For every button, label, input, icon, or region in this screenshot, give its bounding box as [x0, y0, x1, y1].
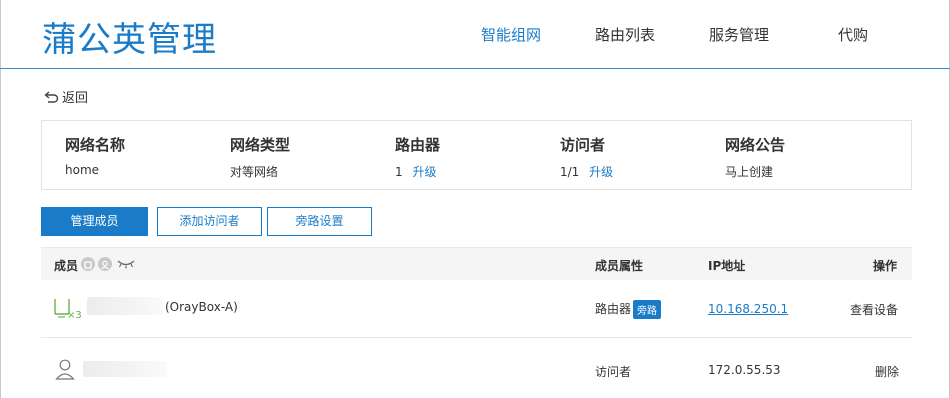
- table-row: ×3 (OrayBox-A) 路由器 旁路 10.168.250.1 查看设备: [41, 280, 912, 338]
- manage-members-button[interactable]: 管理成员: [41, 207, 148, 236]
- info-network-name: 网络名称 home: [65, 134, 125, 177]
- col-action: 操作: [873, 259, 898, 273]
- member-attribute: 访问者: [595, 365, 632, 379]
- visitor-count: 1/1: [560, 165, 580, 179]
- info-label: 网络类型: [230, 136, 291, 154]
- member-name-suffix: (OrayBox-A): [165, 300, 238, 314]
- nav-router-list[interactable]: 路由列表: [595, 24, 655, 45]
- ip-address-link[interactable]: 10.168.250.1: [708, 302, 788, 316]
- router-filter-icon[interactable]: [81, 257, 95, 271]
- router-upgrade-link[interactable]: 升级: [412, 165, 436, 179]
- info-network-type: 网络类型 对等网络: [230, 134, 290, 180]
- nav-service-management[interactable]: 服务管理: [709, 24, 769, 45]
- back-link[interactable]: 返回: [44, 87, 88, 106]
- members-table-header: 成员 成员属性 IP地址 操作: [41, 247, 912, 280]
- col-ip-address: IP地址: [708, 259, 746, 273]
- router-count: 1: [395, 165, 403, 179]
- nav-purchase[interactable]: 代购: [838, 24, 868, 45]
- router-count-value: 1 升级: [395, 163, 440, 180]
- col-member: 成员: [54, 259, 79, 273]
- add-visitor-button[interactable]: 添加访问者: [157, 207, 262, 236]
- info-router: 路由器 1 升级: [395, 134, 440, 180]
- network-info-panel: 网络名称 home 网络类型 对等网络 路由器 1 升级 访问者 1/1 升级 …: [41, 120, 912, 190]
- visitor-person-icon: [55, 359, 75, 380]
- network-name-value: home: [65, 163, 100, 177]
- hidden-eye-icon[interactable]: [117, 259, 135, 269]
- person-filter-icon[interactable]: [98, 257, 112, 271]
- visitor-count-value: 1/1 升级: [560, 163, 613, 180]
- info-label: 网络公告: [725, 136, 786, 154]
- col-member-attribute: 成员属性: [595, 259, 644, 273]
- redacted-name: [87, 297, 163, 315]
- ip-address: 172.0.55.53: [708, 363, 781, 377]
- view-device-link[interactable]: 查看设备: [850, 301, 898, 318]
- device-count-badge: ×3: [67, 310, 82, 321]
- bypass-tag: 旁路: [633, 300, 662, 319]
- create-announcement-link[interactable]: 马上创建: [725, 163, 785, 180]
- back-label: 返回: [62, 91, 89, 106]
- nav-smart-network[interactable]: 智能组网: [481, 24, 541, 45]
- back-arrow-icon: [44, 91, 59, 103]
- member-attribute: 路由器 旁路: [595, 300, 662, 319]
- info-label: 路由器: [395, 136, 441, 154]
- top-header: 蒲公英管理 智能组网 路由列表 服务管理 代购: [0, 0, 950, 69]
- network-type-value: 对等网络: [230, 165, 279, 179]
- attribute-label: 路由器: [595, 302, 632, 316]
- table-row: 访问者 172.0.55.53 删除: [41, 339, 912, 398]
- delete-link[interactable]: 删除: [875, 363, 899, 380]
- visitor-upgrade-link[interactable]: 升级: [589, 165, 613, 179]
- bypass-settings-button[interactable]: 旁路设置: [267, 207, 372, 236]
- redacted-name: [83, 361, 167, 377]
- app-logo[interactable]: 蒲公英管理: [42, 12, 217, 61]
- info-label: 访问者: [560, 136, 606, 154]
- info-visitor: 访问者 1/1 升级: [560, 134, 613, 180]
- info-announcement: 网络公告 马上创建: [725, 134, 785, 180]
- info-label: 网络名称: [65, 136, 126, 154]
